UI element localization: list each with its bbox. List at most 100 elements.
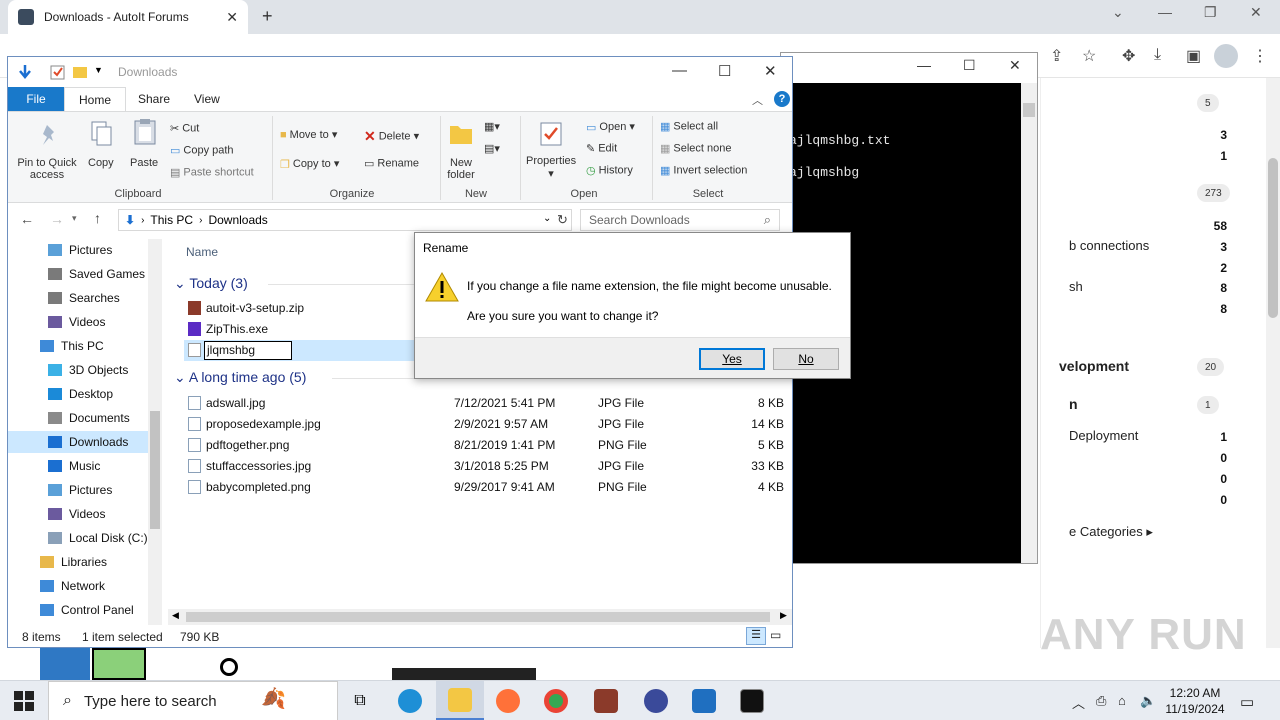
nav-item[interactable]: Desktop [8,383,148,405]
nav-item[interactable]: Network [8,575,148,597]
up-arrow-icon[interactable]: ↑ [94,210,101,226]
console-maximize-button[interactable]: ☐ [963,57,976,74]
select-none-button[interactable]: ▦ Select none [660,142,732,155]
file-row-selected[interactable]: jlqmshbg [184,340,414,361]
quick-access-arrow-icon[interactable] [16,63,34,81]
nav-item[interactable]: Videos [8,311,148,333]
taskbar-search-input[interactable]: ⌕ Type here to search 🍂 [48,681,338,720]
tab-search-icon[interactable]: ⌄ [1112,4,1124,21]
open-button[interactable]: ▭ Open ▾ [586,120,635,134]
tab-home[interactable]: Home [64,87,127,111]
properties-quick-icon[interactable] [50,64,66,80]
tab-view[interactable]: View [180,87,234,111]
explorer-maximize-button[interactable]: ☐ [718,62,731,80]
tab-share[interactable]: Share [124,87,184,111]
task-view-button[interactable]: ⧉ [336,681,384,720]
file-row[interactable]: adswall.jpg 7/12/2021 5:41 PM JPG File 8 KB [184,393,784,414]
customize-toolbar-chevron-icon[interactable]: ▼ [94,65,103,75]
chrome-taskbar-button[interactable] [532,681,580,720]
nav-item[interactable]: Music [8,455,148,477]
group-old-header[interactable]: ⌄ A long time ago (5) [174,369,306,386]
new-folder-quick-icon[interactable] [72,64,88,80]
address-dropdown-chevron-icon[interactable]: ⌄ [543,213,551,224]
copy-button[interactable]: Copy [88,157,114,169]
new-folder-button[interactable]: New folder [444,157,478,181]
properties-button[interactable]: Properties ▾ [526,155,576,180]
nav-item[interactable]: Pictures [8,479,148,501]
terminal-taskbar-button[interactable] [728,681,776,720]
see-categories-link[interactable]: e Categories ▸ [1069,524,1153,540]
forum-category-link[interactable]: n [1069,396,1078,412]
system-clock[interactable]: 12:20 AM 11/19/2024 [1160,685,1230,717]
large-icons-view-icon[interactable]: ▭ [770,628,781,642]
navigation-scrollbar[interactable] [148,239,162,625]
horizontal-scroll-thumb[interactable] [186,612,770,622]
back-arrow-icon[interactable]: ← [20,211,34,227]
scroll-right-icon[interactable]: ▶ [780,610,787,621]
share-icon[interactable]: ⇪ [1050,46,1063,66]
nav-item[interactable]: This PC [8,335,148,357]
recent-locations-chevron-icon[interactable]: ▾ [72,213,77,224]
easy-access-icon[interactable]: ▤▾ [484,142,500,155]
file-list-horizontal-scrollbar[interactable]: ◀ ▶ [168,609,792,625]
breadcrumb-this-pc[interactable]: This PC [150,213,193,227]
rename-input[interactable]: jlqmshbg [204,341,292,360]
edit-button[interactable]: ✎ Edit [586,142,617,155]
nav-item[interactable]: Control Panel [8,599,148,621]
download-icon[interactable]: ⤓ [1154,46,1161,64]
cut-button[interactable]: ✂ Cut [170,122,199,135]
forum-category-link[interactable]: b connections [1069,238,1149,253]
details-view-icon[interactable]: ☰ [746,627,766,645]
file-explorer-taskbar-button[interactable] [436,681,484,720]
rename-button[interactable]: ▭ Rename [364,157,419,170]
move-to-button[interactable]: ■ Move to ▾ [280,128,337,141]
wifi-icon[interactable]: ⌂ [1118,693,1126,708]
app-taskbar-button[interactable] [632,681,680,720]
explorer-minimize-button[interactable]: — [672,62,687,79]
copy-path-button[interactable]: ▭ Copy path [170,144,234,157]
console-minimize-button[interactable]: — [917,57,931,73]
browser-menu-icon[interactable]: ⋮ [1252,46,1268,66]
edge-taskbar-button[interactable] [386,681,434,720]
nav-item[interactable]: Pictures [8,239,148,261]
notification-icon[interactable]: ▭ [1240,693,1254,711]
search-icon[interactable]: ⌕ [764,212,771,228]
side-panel-icon[interactable]: ▣ [1186,46,1201,66]
file-row[interactable]: pdftogether.png 8/21/2019 1:41 PM PNG File… [184,435,784,456]
paste-shortcut-button[interactable]: ▤ Paste shortcut [170,166,254,179]
history-button[interactable]: ◷ History [586,164,633,177]
network-icon[interactable]: ⎙ [1096,693,1106,709]
breadcrumb-downloads[interactable]: Downloads [208,213,267,227]
console-close-button[interactable]: ✕ [1009,57,1021,74]
help-icon[interactable]: ? [774,91,790,107]
browser-scroll-thumb[interactable] [1268,158,1278,318]
paste-button[interactable]: Paste [130,157,158,169]
console-scrollbar[interactable] [1021,83,1037,563]
file-row[interactable]: stuffaccessories.jpg 3/1/2018 5:25 PM JPG … [184,456,784,477]
group-today-header[interactable]: ⌄ Today (3) [174,275,248,292]
scroll-left-icon[interactable]: ◀ [172,610,179,621]
nav-item[interactable]: Videos [8,503,148,525]
pin-to-quick-access-button[interactable]: Pin to Quick access [14,157,80,181]
windows-start-icon[interactable] [14,691,34,711]
volume-icon[interactable]: 🔈 [1140,693,1156,709]
search-input[interactable]: Search Downloads ⌕ [580,209,780,231]
forum-category-link[interactable]: Deployment [1069,428,1138,443]
show-hidden-icons-chevron[interactable]: ︿ [1072,693,1085,712]
file-row[interactable]: babycompleted.png 9/29/2017 9:41 AM PNG Fi… [184,477,784,498]
no-button[interactable]: No [773,348,839,370]
address-bar[interactable]: ⬇ › This PC › Downloads ⌄ ↻ [118,209,572,231]
refresh-icon[interactable]: ↻ [557,212,568,228]
copy-to-button[interactable]: ❐ Copy to ▾ [280,157,339,171]
outlook-taskbar-button[interactable] [680,681,728,720]
forward-arrow-icon[interactable]: → [50,211,64,227]
explorer-close-button[interactable]: ✕ [764,62,777,80]
yes-button[interactable]: Yes [699,348,765,370]
forum-category-link[interactable]: sh [1069,279,1083,294]
tab-file[interactable]: File [8,87,64,111]
extensions-icon[interactable]: ✥ [1122,46,1135,66]
navigation-scroll-thumb[interactable] [150,411,160,529]
profile-avatar[interactable] [1214,44,1238,68]
browser-scrollbar[interactable] [1266,78,1280,678]
forum-category-link[interactable]: velopment [1059,358,1129,374]
